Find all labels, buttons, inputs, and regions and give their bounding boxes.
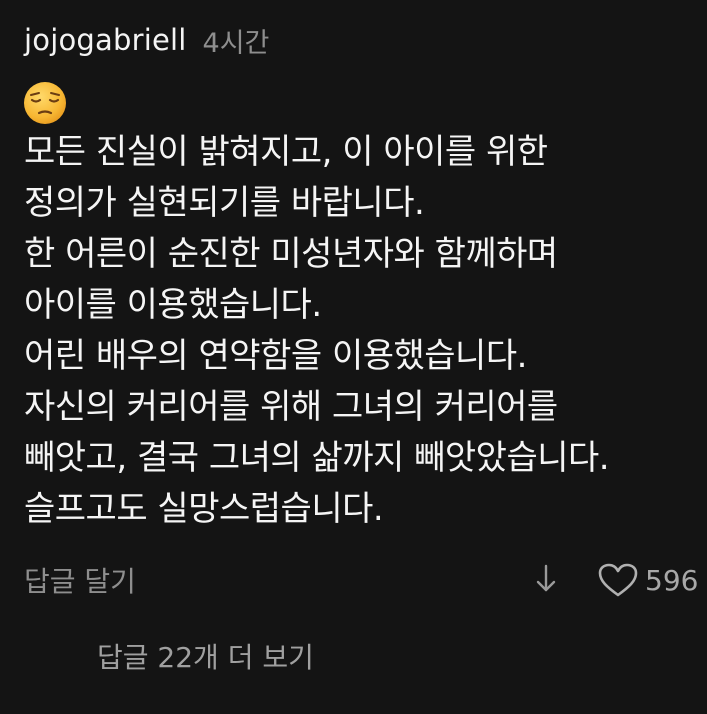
pensive-face-emoji xyxy=(22,80,68,126)
dislike-button[interactable] xyxy=(533,562,559,596)
comment-line: 한 어른이 순진한 미성년자와 함께하며 xyxy=(24,234,558,274)
timestamp: 4시간 xyxy=(202,27,270,59)
arrow-down-icon xyxy=(536,564,556,592)
comment-line: 정의가 실현되기를 바랍니다. xyxy=(24,183,425,223)
heart-outline-icon xyxy=(598,563,638,597)
comment-header: jojogabriell 4시간 xyxy=(24,22,270,59)
comment-line: 빼앗고, 결국 그녀의 삶까지 빼앗았습니다. xyxy=(24,438,610,478)
pensive-face-icon xyxy=(24,82,66,124)
reply-button[interactable]: 답글 달기 xyxy=(24,560,136,600)
comment-body: 모든 진실이 밝혀지고, 이 아이를 위한 정의가 실현되기를 바랍니다. 한 … xyxy=(24,127,694,535)
comment-actions: 답글 달기 596 xyxy=(0,556,707,602)
like-count: 596 xyxy=(645,563,699,597)
username[interactable]: jojogabriell xyxy=(24,23,187,57)
comment: jojogabriell 4시간 모든 진실이 밝혀지고, 이 아이를 위한 정… xyxy=(0,0,707,714)
comment-line: 슬프고도 실망스럽습니다. xyxy=(24,489,384,529)
comment-line: 아이를 이용했습니다. xyxy=(24,285,322,325)
comment-line: 어린 배우의 연약함을 이용했습니다. xyxy=(24,336,527,376)
like-button[interactable]: 596 xyxy=(597,560,698,600)
comment-line: 모든 진실이 밝혀지고, 이 아이를 위한 xyxy=(24,132,548,172)
comment-line: 자신의 커리어를 위해 그녀의 커리어를 xyxy=(24,387,558,427)
view-more-replies-button[interactable]: 답글 22개 더 보기 xyxy=(97,636,314,676)
